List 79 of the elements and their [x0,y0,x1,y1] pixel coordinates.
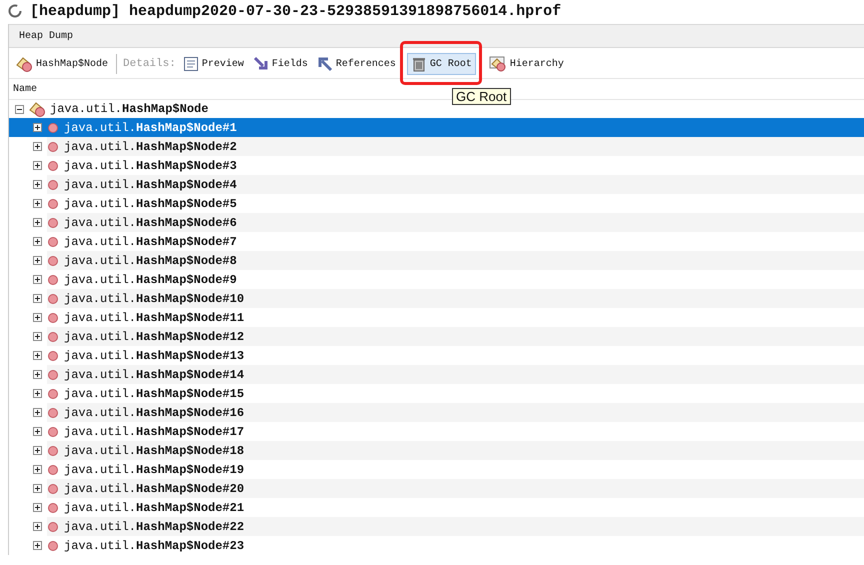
expand-icon[interactable] [33,351,42,360]
tree-row[interactable]: java.util.HashMap$Node#21 [9,498,864,517]
tree-item-label[interactable]: java.util.HashMap$Node [50,102,208,116]
window-title: [heapdump] heapdump2020-07-30-23-52938591391898756014.hprof [30,2,562,20]
tree-row[interactable]: java.util.HashMap$Node#1 [9,118,864,137]
tree-row[interactable]: java.util.HashMap$Node#17 [9,422,864,441]
tree-item-label: java.util.HashMap$Node#12 [64,330,244,344]
expand-icon[interactable] [33,541,42,550]
expand-icon[interactable] [33,275,42,284]
tree-row[interactable]: java.util.HashMap$Node#15 [9,384,864,403]
tree-item-label: java.util.HashMap$Node#22 [64,520,244,534]
tree-item-label: java.util.HashMap$Node#6 [64,216,237,230]
collapse-icon[interactable] [15,104,24,114]
tree-item-label: java.util.HashMap$Node#1 [64,120,237,134]
tree-item-label: java.util.HashMap$Node#19 [64,462,244,476]
references-button[interactable]: References [312,53,400,75]
preview-button[interactable]: Preview [178,53,248,75]
loading-spinner-icon [8,4,22,18]
expand-icon[interactable] [33,199,42,208]
tree-item-label: java.util.HashMap$Node#4 [64,178,237,192]
tree-item-label: java.util.HashMap$Node#18 [64,444,244,458]
gcroot-button[interactable]: GC Root [406,53,476,75]
details-label: Details: [123,58,176,70]
tree-item-label: java.util.HashMap$Node#14 [64,368,244,382]
tab[interactable]: Heap Dump [9,30,84,42]
expand-icon[interactable] [33,161,42,170]
tree-row[interactable]: java.util.HashMap$Node#3 [9,156,864,175]
tree-item-label: java.util.HashMap$Node#17 [64,424,244,438]
expand-icon[interactable] [33,370,42,379]
expand-icon[interactable] [33,465,42,474]
expand-icon[interactable] [33,389,42,398]
tree-row[interactable]: java.util.HashMap$Node#5 [9,194,864,213]
tree-item-label: java.util.HashMap$Node#11 [64,310,244,324]
tooltip: GC Root [452,88,511,105]
expand-icon[interactable] [33,294,42,303]
trash-can-icon [410,56,427,72]
expand-icon[interactable] [33,123,42,132]
tree-item-label: java.util.HashMap$Node#7 [64,234,237,248]
tree-row[interactable]: java.util.HashMap$Node#13 [9,346,864,365]
column-header[interactable]: Name [13,84,38,94]
expand-icon[interactable] [33,522,42,531]
tree-item-label: java.util.HashMap$Node#13 [64,348,244,362]
expand-icon[interactable] [33,503,42,512]
tree-row[interactable]: java.util.HashMap$Node#9 [9,270,864,289]
tree-row[interactable]: java.util.HashMap$Node#11 [9,308,864,327]
tree-item-label: java.util.HashMap$Node#5 [64,196,237,210]
tree-item-label: java.util.HashMap$Node#15 [64,386,244,400]
tree-item-label: java.util.HashMap$Node#8 [64,254,237,268]
expand-icon[interactable] [33,218,42,227]
arrow-up-left-icon [316,56,333,72]
arrow-down-right-icon [252,56,269,72]
class-icon [28,101,46,117]
expand-icon[interactable] [33,446,42,455]
tree-item-label: java.util.HashMap$Node#9 [64,272,237,286]
document-icon [182,56,199,72]
tree-item-label: java.util.HashMap$Node#21 [64,500,244,514]
expand-icon[interactable] [33,484,42,493]
expand-icon[interactable] [33,427,42,436]
expand-icon[interactable] [33,408,42,417]
tree-item-label: java.util.HashMap$Node#16 [64,406,244,420]
expand-icon[interactable] [33,256,42,265]
expand-icon[interactable] [33,332,42,341]
tree-item-label: java.util.HashMap$Node#10 [64,292,244,306]
tree-item-label: java.util.HashMap$Node#20 [64,482,244,496]
expand-icon[interactable] [33,237,42,246]
fields-button[interactable]: Fields [248,53,312,75]
hierarchy-button[interactable]: Hierarchy [484,53,568,75]
object-type-button[interactable]: HashMap$Node [11,53,112,75]
expand-icon[interactable] [33,313,42,322]
tree-row[interactable]: java.util.HashMap$Node#19 [9,460,864,479]
class-icon [15,56,33,72]
expand-icon[interactable] [33,180,42,189]
tree-row[interactable]: java.util.HashMap$Node#7 [9,232,864,251]
tree-row[interactable]: java.util.HashMap$Node#23 [9,536,864,555]
tree-item-label: java.util.HashMap$Node#2 [64,140,237,154]
tree-item-label: java.util.HashMap$Node#3 [64,158,237,172]
tree-item-label: java.util.HashMap$Node#23 [64,538,244,552]
class-hierarchy-icon [488,56,507,72]
expand-icon[interactable] [33,142,42,151]
